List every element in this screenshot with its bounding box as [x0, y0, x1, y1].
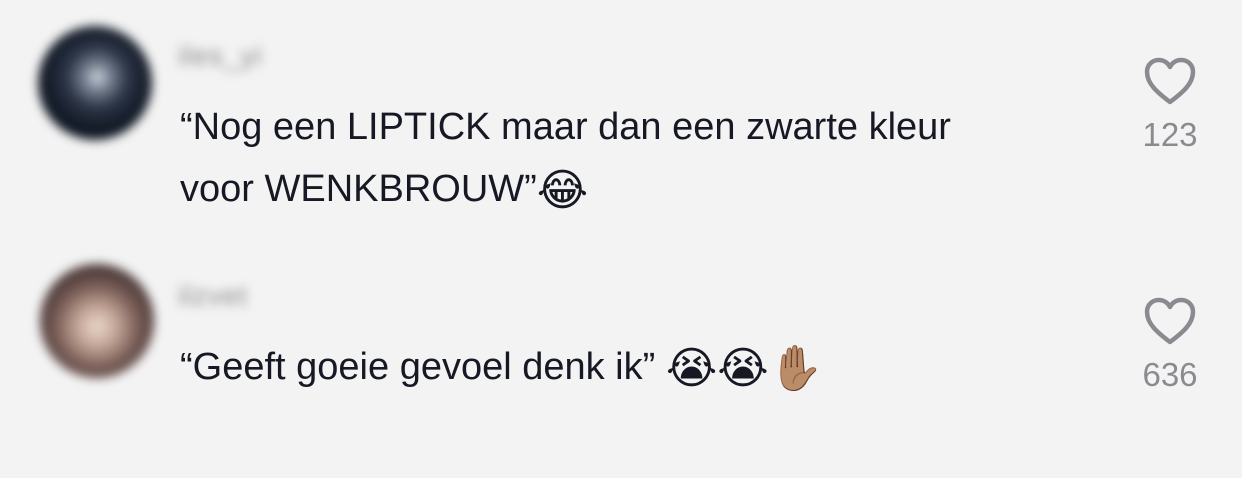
- like-button[interactable]: 636: [1138, 296, 1202, 391]
- username[interactable]: ilzvet: [178, 280, 248, 312]
- comment-item: ilzvet “Geeft goeie gevoel denk ik” 😭😭✋🏽…: [0, 240, 1242, 478]
- username[interactable]: iles_yi: [178, 40, 263, 72]
- like-button[interactable]: 123: [1138, 56, 1202, 151]
- heart-icon[interactable]: [1142, 56, 1198, 106]
- crying-and-hand-emoji: 😭😭✋🏽: [665, 343, 824, 394]
- like-count: 636: [1142, 356, 1198, 393]
- comment-body: “Geeft goeie gevoel denk ik”: [180, 346, 666, 388]
- laughing-emoji: 😂: [536, 165, 589, 216]
- comment-item: iles_yi “Nog een LIPTICK maar dan een zw…: [0, 0, 1242, 240]
- avatar[interactable]: [38, 26, 152, 140]
- avatar[interactable]: [40, 264, 154, 378]
- comment-text: “Nog een LIPTICK maar dan een zwarte kle…: [180, 96, 1110, 220]
- like-count: 123: [1142, 116, 1198, 153]
- comment-text: “Geeft goeie gevoel denk ik” 😭😭✋🏽: [180, 336, 1110, 398]
- heart-icon[interactable]: [1142, 296, 1198, 346]
